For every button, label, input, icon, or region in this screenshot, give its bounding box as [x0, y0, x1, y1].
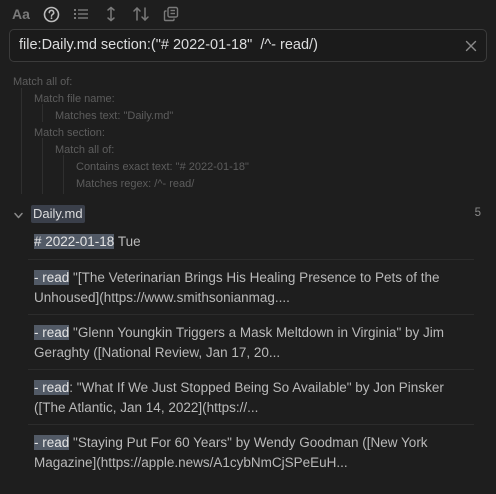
result-divider — [28, 424, 474, 425]
explanation-line: Match all of: — [55, 144, 115, 156]
explanation-line: Contains exact text: "# 2022-01-18" — [76, 161, 249, 173]
clear-search-icon[interactable] — [462, 37, 480, 55]
result-count: 5 — [474, 207, 481, 219]
search-input[interactable] — [19, 30, 459, 61]
match-case-label: Aa — [12, 6, 30, 22]
search-result[interactable]: - read "Glenn Youngkin Triggers a Mask M… — [28, 323, 474, 363]
search-box — [9, 29, 487, 62]
search-result[interactable]: - read: "What If We Just Stopped Being S… — [28, 378, 474, 418]
result-text: "[The Veterinarian Brings His Healing Pr… — [34, 270, 440, 305]
explanation-line: Match section: — [34, 127, 105, 139]
chevron-down-icon[interactable] — [13, 208, 24, 226]
result-file-header[interactable]: Daily.md 5 — [0, 204, 496, 224]
indent-guide — [42, 138, 43, 194]
search-result[interactable]: - read "[The Veterinarian Brings His Hea… — [28, 268, 474, 308]
explanation-line: Matches text: "Daily.md" — [55, 110, 174, 122]
result-text: : "What If We Just Stopped Being So Avai… — [34, 380, 444, 415]
match-highlight: - read — [34, 435, 70, 450]
result-divider — [28, 314, 474, 315]
indent-guide — [63, 155, 64, 194]
indent-guide — [21, 88, 22, 194]
collapse-results-icon[interactable] — [66, 0, 96, 28]
show-more-context-icon[interactable] — [96, 0, 126, 28]
explanation-line: Matches regex: /^- read/ — [76, 178, 195, 190]
sort-order-icon[interactable] — [126, 0, 156, 28]
explanation-line: Match file name: — [34, 93, 115, 105]
match-highlight: - read — [34, 270, 70, 285]
result-divider — [28, 369, 474, 370]
explain-query-icon[interactable] — [36, 0, 66, 28]
result-text: "Glenn Youngkin Triggers a Mask Meltdown… — [34, 325, 445, 360]
match-highlight: # 2022-01-18 — [34, 234, 115, 249]
result-text: "Staying Put For 60 Years" by Wendy Good… — [34, 435, 428, 470]
result-text: Tue — [114, 234, 141, 249]
result-divider — [28, 259, 474, 260]
match-highlight: - read — [34, 325, 70, 340]
search-toolbar: Aa — [0, 0, 496, 28]
explanation-line: Match all of: — [13, 76, 73, 88]
search-result[interactable]: # 2022-01-18 Tue — [28, 232, 474, 252]
match-highlight: - read — [34, 380, 70, 395]
result-file-name[interactable]: Daily.md — [31, 205, 85, 223]
indent-guide — [42, 104, 43, 122]
copy-results-icon[interactable] — [156, 0, 186, 28]
search-result[interactable]: - read "Staying Put For 60 Years" by Wen… — [28, 433, 474, 473]
match-case-icon[interactable]: Aa — [6, 0, 36, 28]
